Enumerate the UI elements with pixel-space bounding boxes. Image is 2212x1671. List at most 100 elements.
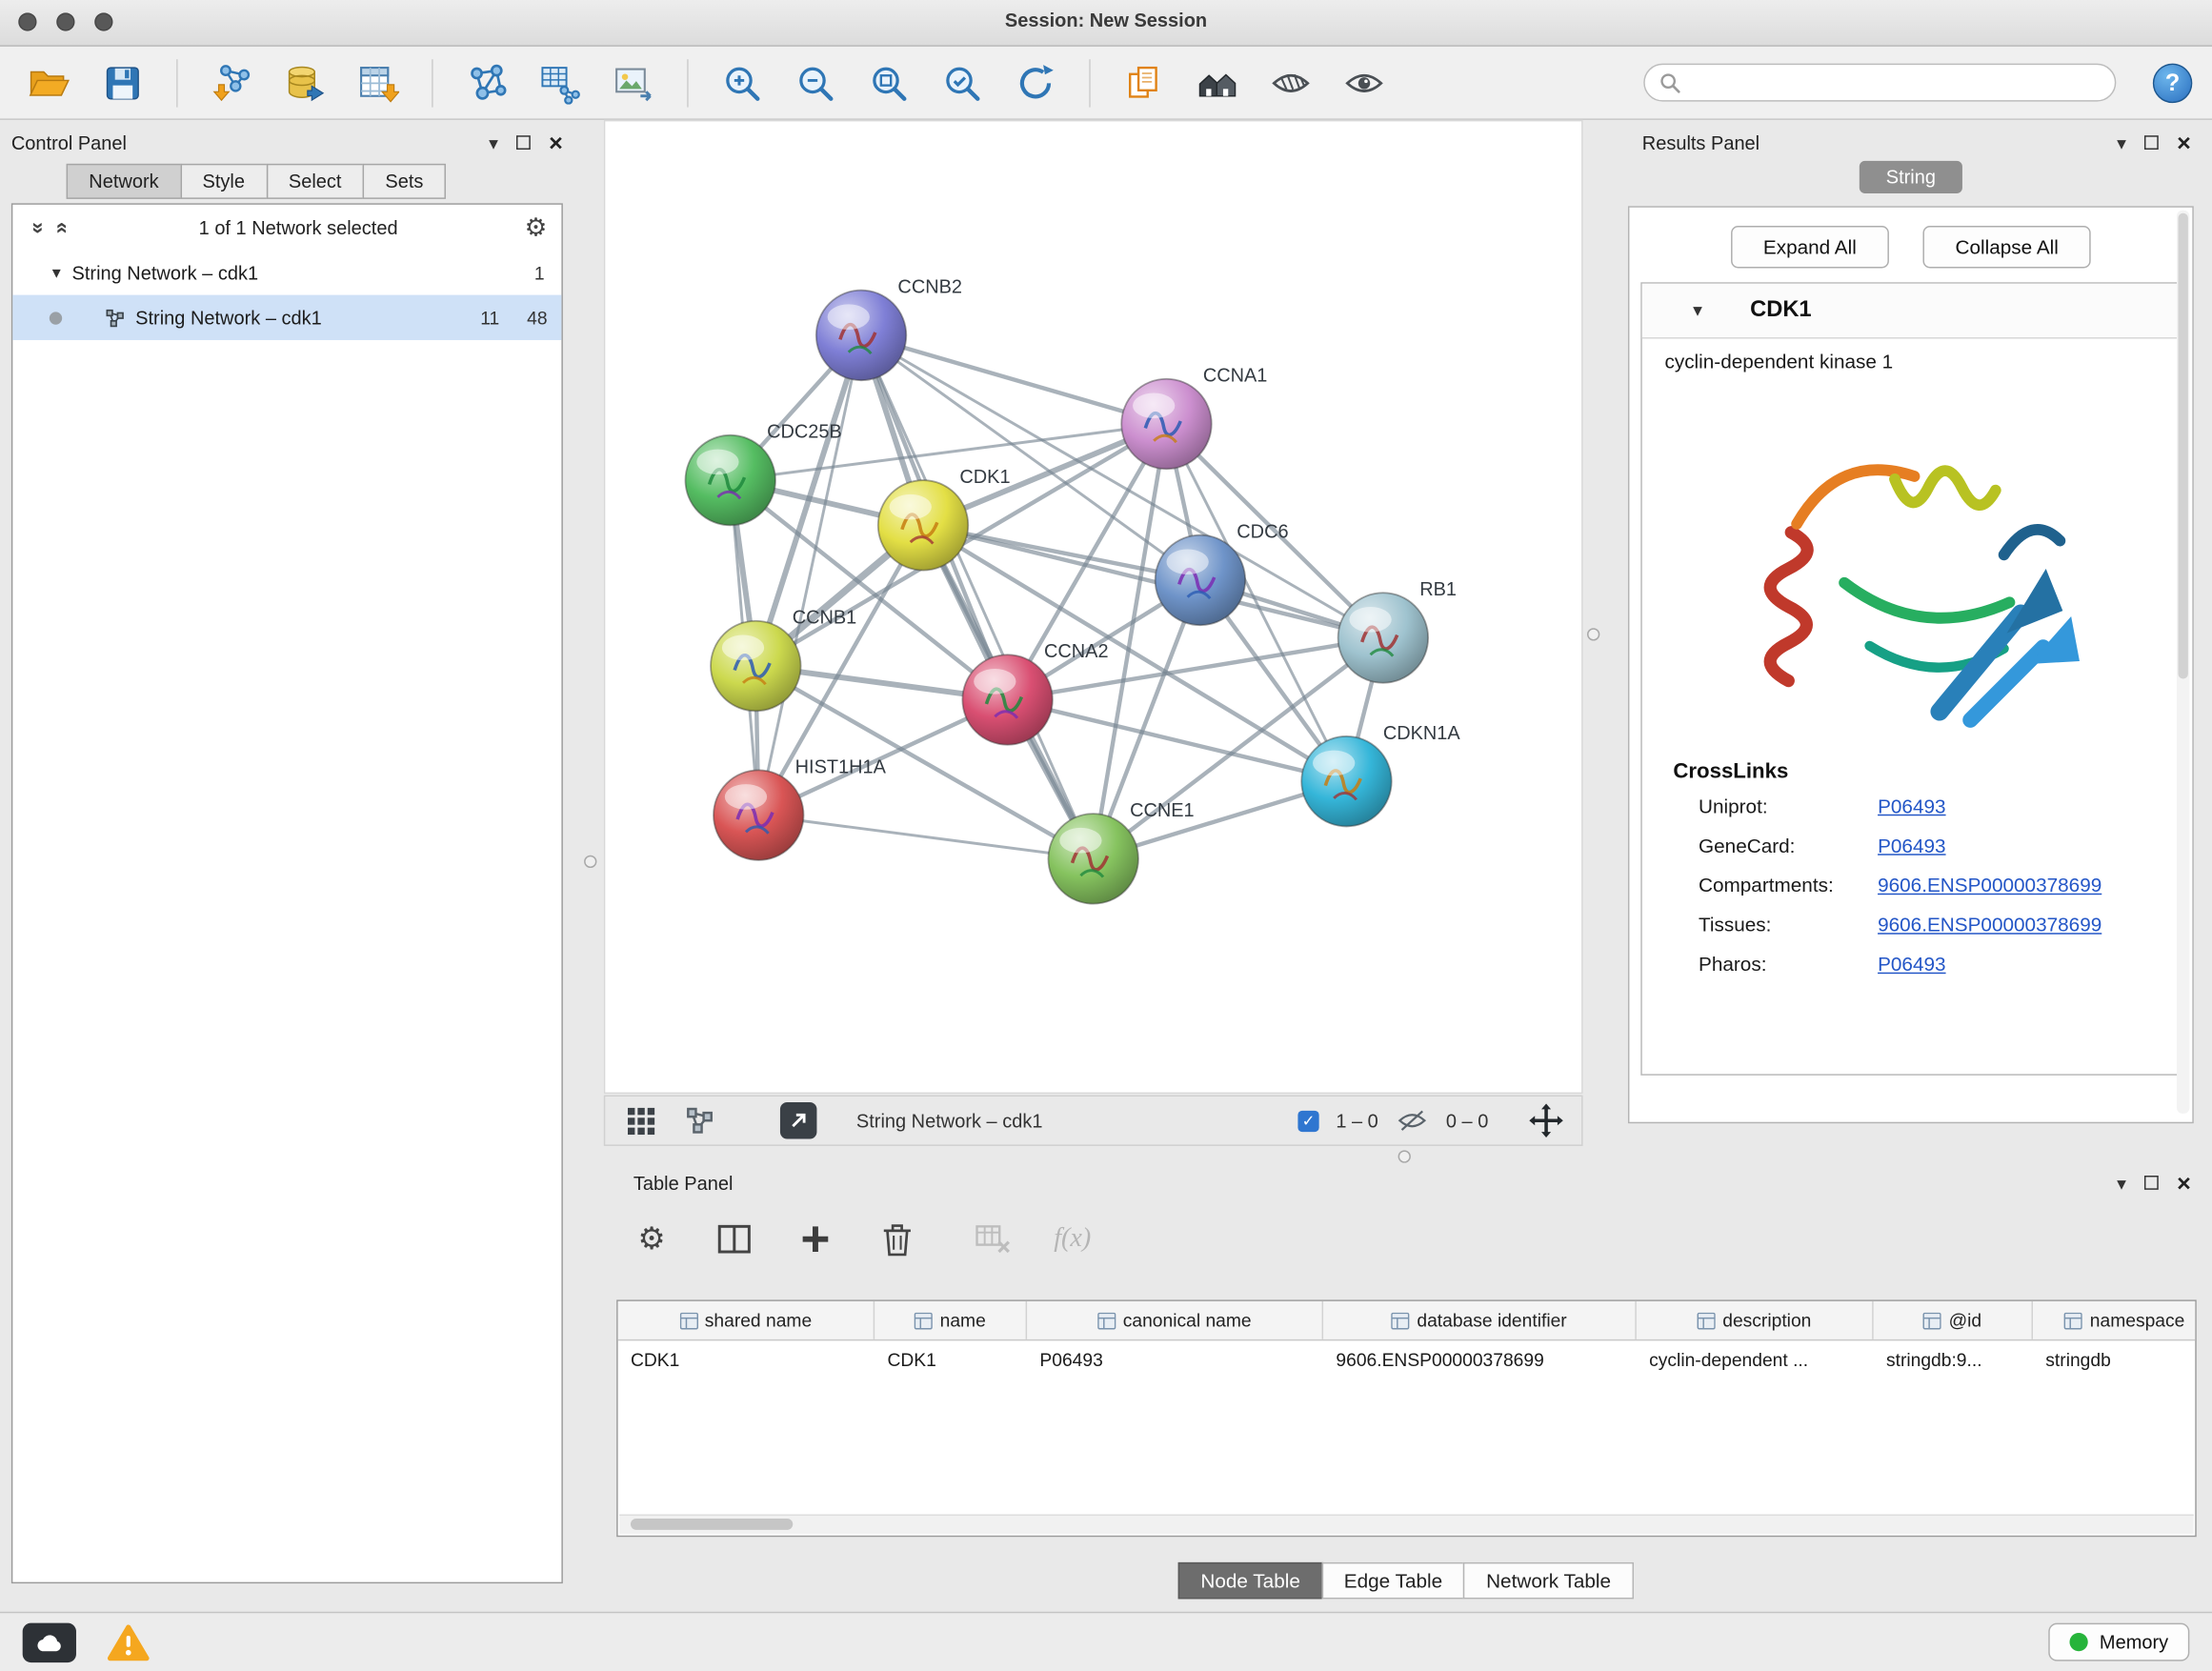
- network-node-CCNA1[interactable]: CCNA1: [1121, 366, 1267, 470]
- fit-content-button[interactable]: [1525, 1099, 1567, 1141]
- gene-section-header[interactable]: ▾ CDK1: [1642, 284, 2180, 339]
- tab-network[interactable]: Network: [67, 164, 182, 199]
- column-type-icon: [1097, 1312, 1116, 1329]
- warning-button[interactable]: [108, 1623, 150, 1661]
- panel-float-icon[interactable]: ▾: [2117, 1174, 2126, 1192]
- network-row[interactable]: String Network – cdk1 11 48: [12, 295, 561, 340]
- crosslink-link[interactable]: P06493: [1878, 835, 1945, 857]
- column-header[interactable]: @id: [1874, 1301, 2033, 1339]
- show-columns-button[interactable]: [713, 1218, 754, 1259]
- collapse-all-button[interactable]: Collapse All: [1922, 226, 2090, 268]
- crosslink-label: Pharos:: [1699, 953, 1878, 976]
- selected-checkbox-icon[interactable]: ✓: [1297, 1110, 1318, 1131]
- import-table-button[interactable]: [349, 54, 408, 111]
- tab-select[interactable]: Select: [266, 164, 364, 199]
- tab-network-table[interactable]: Network Table: [1463, 1562, 1633, 1600]
- table-horizontal-scrollbar[interactable]: [619, 1515, 2194, 1535]
- network-canvas[interactable]: CCNB2CCNA1CDC25BCDK1CDC6RB1CCNB1CCNA2CDK…: [604, 120, 1583, 1094]
- section-collapse-icon[interactable]: ▾: [1693, 299, 1702, 322]
- zoom-fit-button[interactable]: [859, 54, 918, 111]
- column-header[interactable]: shared name: [618, 1301, 875, 1339]
- delete-column-button[interactable]: [876, 1218, 918, 1259]
- column-header[interactable]: database identifier: [1323, 1301, 1637, 1339]
- crosslink-link[interactable]: P06493: [1878, 795, 1945, 817]
- tab-edge-table[interactable]: Edge Table: [1321, 1562, 1465, 1600]
- network-edge[interactable]: [758, 335, 861, 815]
- crosslink-link[interactable]: 9606.ENSP00000378699: [1878, 913, 2101, 936]
- tab-node-table[interactable]: Node Table: [1178, 1562, 1323, 1600]
- tab-string[interactable]: String: [1860, 161, 1963, 193]
- panel-maximize-icon[interactable]: [2144, 1176, 2159, 1190]
- column-header[interactable]: description: [1637, 1301, 1874, 1339]
- cloud-button[interactable]: [23, 1622, 76, 1661]
- show-graphics-details-button[interactable]: [1335, 54, 1394, 111]
- network-edge[interactable]: [861, 335, 1166, 424]
- memory-button[interactable]: Memory: [2049, 1623, 2190, 1661]
- global-search-box[interactable]: [1643, 64, 2116, 102]
- import-network-file-button[interactable]: [202, 54, 261, 111]
- network-row-label: String Network – cdk1: [135, 307, 322, 328]
- grid-mode-button[interactable]: [619, 1099, 661, 1141]
- scrollbar-thumb[interactable]: [631, 1519, 793, 1530]
- panel-close-icon[interactable]: ×: [549, 131, 563, 154]
- network-overview-button[interactable]: [678, 1099, 720, 1141]
- collapse-all-icon[interactable]: »: [26, 216, 50, 239]
- export-network-button[interactable]: [780, 1102, 817, 1139]
- crosslink-link[interactable]: P06493: [1878, 953, 1945, 976]
- column-header[interactable]: name: [875, 1301, 1027, 1339]
- show-welcome-screen-button[interactable]: [1188, 54, 1247, 111]
- splitter-handle[interactable]: [1587, 628, 1599, 640]
- expand-all-button[interactable]: Expand All: [1731, 226, 1889, 268]
- zoom-selected-button[interactable]: [933, 54, 992, 111]
- results-scrollbar[interactable]: [2177, 211, 2189, 1114]
- export-image-button[interactable]: [604, 54, 663, 111]
- splitter-handle[interactable]: [584, 856, 596, 868]
- delete-table-button-disabled[interactable]: [972, 1218, 1014, 1259]
- hide-graphics-details-button[interactable]: [1261, 54, 1320, 111]
- tab-sets[interactable]: Sets: [363, 164, 446, 199]
- network-edge[interactable]: [861, 335, 1094, 858]
- help-button[interactable]: ?: [2153, 63, 2192, 102]
- network-node-CCNB1[interactable]: CCNB1: [711, 608, 856, 712]
- network-collection-row[interactable]: ▾ String Network – cdk1 1: [12, 250, 561, 294]
- panel-float-icon[interactable]: ▾: [2117, 133, 2126, 151]
- column-header[interactable]: namespace: [2033, 1301, 2197, 1339]
- apply-layout-button[interactable]: [1006, 54, 1065, 111]
- create-column-button[interactable]: [794, 1218, 836, 1259]
- hidden-eye-icon[interactable]: [1396, 1099, 1430, 1141]
- crosslink-row: Pharos: P06493: [1699, 953, 2180, 976]
- column-header[interactable]: canonical name: [1027, 1301, 1323, 1339]
- gear-icon[interactable]: ⚙: [525, 214, 548, 240]
- node-table: shared name name canonical name database…: [616, 1299, 2197, 1537]
- import-network-database-button[interactable]: [275, 54, 334, 111]
- search-input[interactable]: [1690, 70, 2101, 94]
- open-session-button[interactable]: [20, 54, 79, 111]
- new-network-from-selection-button[interactable]: [457, 54, 516, 111]
- network-edge[interactable]: [923, 525, 1383, 637]
- network-node-RB1[interactable]: RB1: [1338, 579, 1457, 683]
- network-node-CDK1[interactable]: CDK1: [878, 467, 1011, 571]
- panel-close-icon[interactable]: ×: [2177, 131, 2191, 154]
- copy-document-button[interactable]: [1115, 54, 1174, 111]
- tab-style[interactable]: Style: [180, 164, 268, 199]
- zoom-out-button[interactable]: [786, 54, 845, 111]
- table-settings-gear-icon[interactable]: ⚙: [631, 1218, 673, 1259]
- network-and-table-button[interactable]: [531, 54, 590, 111]
- tree-expand-icon[interactable]: ▾: [52, 263, 72, 283]
- panel-close-icon[interactable]: ×: [2177, 1171, 2191, 1195]
- network-node-HIST1H1A[interactable]: HIST1H1A: [714, 756, 887, 860]
- zoom-in-button[interactable]: [713, 54, 772, 111]
- save-session-button[interactable]: [93, 54, 152, 111]
- panel-maximize-icon[interactable]: [516, 135, 531, 150]
- panel-float-icon[interactable]: ▾: [489, 133, 498, 151]
- panel-maximize-icon[interactable]: [2144, 135, 2159, 150]
- control-panel-tabs: Network Style Select Sets: [68, 164, 446, 199]
- splitter-handle[interactable]: [1398, 1150, 1411, 1162]
- network-graph[interactable]: CCNB2CCNA1CDC25BCDK1CDC6RB1CCNB1CCNA2CDK…: [605, 121, 1581, 1092]
- expand-all-icon[interactable]: »: [49, 216, 72, 239]
- crosslink-link[interactable]: 9606.ENSP00000378699: [1878, 874, 2101, 896]
- function-builder-button[interactable]: f(x): [1054, 1223, 1091, 1255]
- network-node-CCNB2[interactable]: CCNB2: [816, 277, 962, 381]
- table-row[interactable]: CDK1 CDK1 P06493 9606.ENSP00000378699 cy…: [618, 1340, 2196, 1378]
- network-edge[interactable]: [758, 815, 1093, 859]
